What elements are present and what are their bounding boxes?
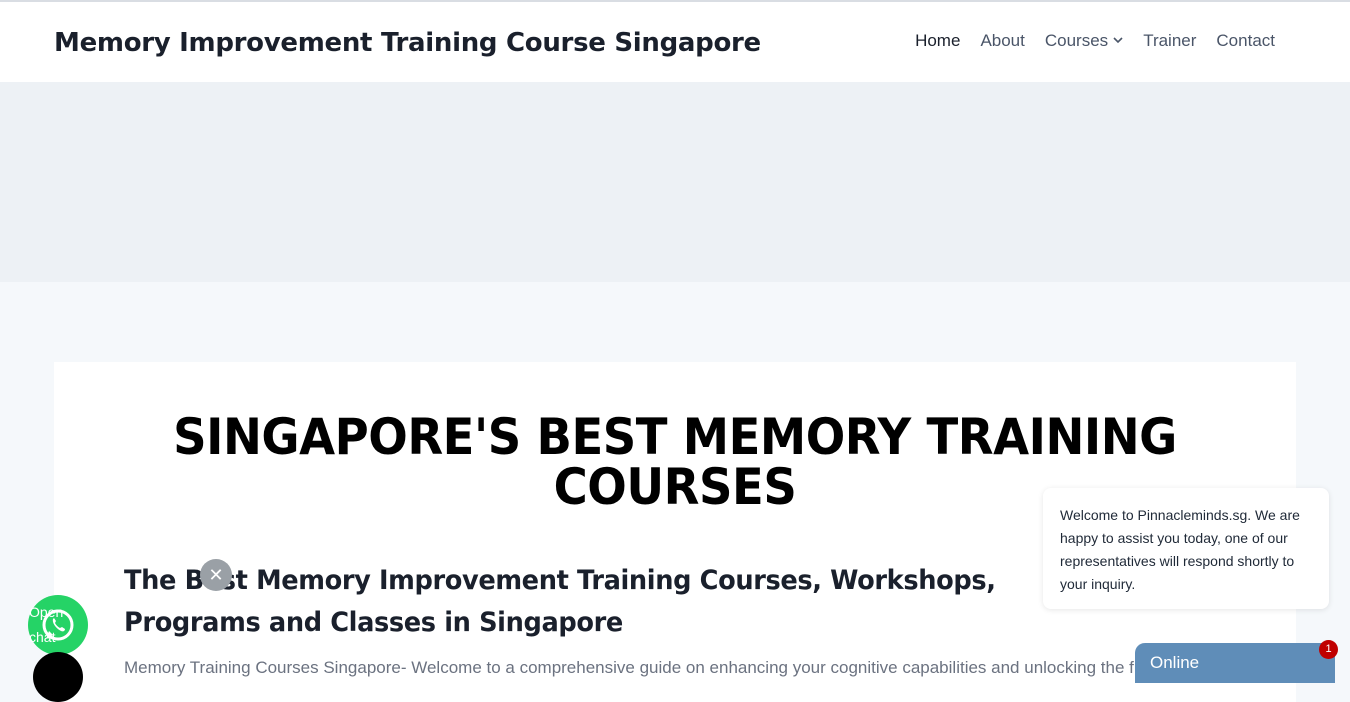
nav-courses-label: Courses <box>1044 31 1109 50</box>
chat-welcome-text: Welcome to Pinnacleminds.sg. We are happ… <box>1060 507 1300 592</box>
site-title[interactable]: Memory Improvement Training Course Singa… <box>54 28 761 58</box>
nav-courses[interactable]: Courses <box>1035 31 1133 51</box>
nav-contact[interactable]: Contact <box>1206 31 1285 51</box>
main-nav: Home About Courses Trainer Contact <box>905 31 1285 51</box>
unread-badge: 1 <box>1319 640 1338 659</box>
chat-launcher-button[interactable] <box>33 652 83 702</box>
nav-about-label: About <box>980 31 1025 50</box>
nav-trainer-label: Trainer <box>1143 31 1197 50</box>
chat-status-label: Online <box>1150 653 1200 672</box>
nav-about[interactable]: About <box>970 31 1034 51</box>
nav-contact-label: Contact <box>1216 31 1275 50</box>
whatsapp-label: Open chat <box>29 604 64 645</box>
intro-paragraph: Memory Training Courses Singapore- Welco… <box>124 658 1174 677</box>
hero-banner <box>0 82 1350 282</box>
nav-trainer[interactable]: Trainer <box>1133 31 1206 51</box>
site-header: Memory Improvement Training Course Singa… <box>0 2 1350 82</box>
section-heading: The Best Memory Improvement Training Cou… <box>124 565 996 638</box>
nav-home[interactable]: Home <box>905 31 970 51</box>
close-icon[interactable]: ✕ <box>200 559 232 591</box>
chat-welcome-bubble[interactable]: Welcome to Pinnacleminds.sg. We are happ… <box>1043 488 1329 609</box>
nav-home-label: Home <box>915 31 961 50</box>
chevron-down-icon <box>1113 35 1123 47</box>
chat-online-bar[interactable]: Online <box>1135 643 1335 683</box>
